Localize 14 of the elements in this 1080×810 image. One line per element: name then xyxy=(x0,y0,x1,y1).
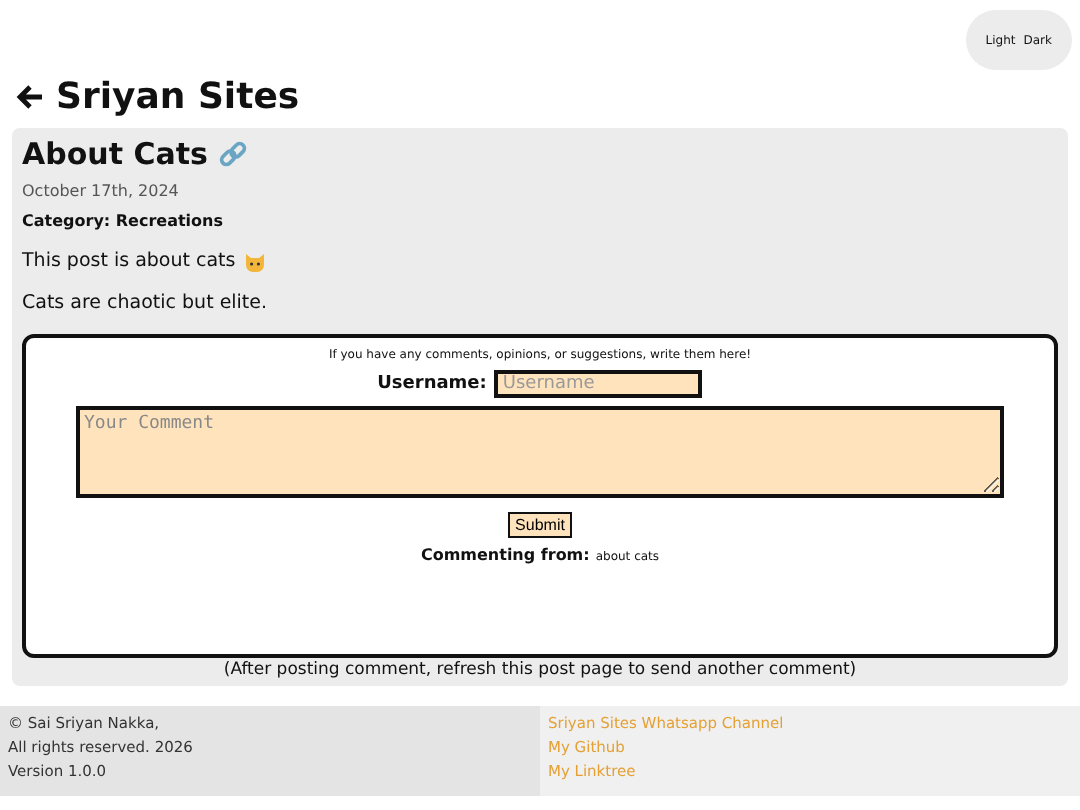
site-title: Sriyan Sites xyxy=(56,75,300,117)
post-category: Category: Recreations xyxy=(22,212,226,230)
username-label: Username: xyxy=(377,374,487,394)
back-arrow-icon[interactable] xyxy=(16,83,44,109)
comment-field[interactable]: Your Comment xyxy=(76,406,1004,498)
post-paragraph: This post is about cats xyxy=(22,250,236,272)
post-paragraph: Cats are chaotic but elite. xyxy=(22,292,268,314)
post-title: About Cats xyxy=(22,136,208,172)
refresh-note: (After posting comment, refresh this post page to send another comment) xyxy=(221,660,859,680)
submit-button[interactable]: Submit xyxy=(507,512,573,538)
username-field[interactable]: Username xyxy=(494,370,703,398)
commenting-from-label: Commenting from: xyxy=(420,546,590,564)
post-date: October 17th, 2024 xyxy=(22,182,181,200)
cat-face-icon xyxy=(243,251,266,271)
